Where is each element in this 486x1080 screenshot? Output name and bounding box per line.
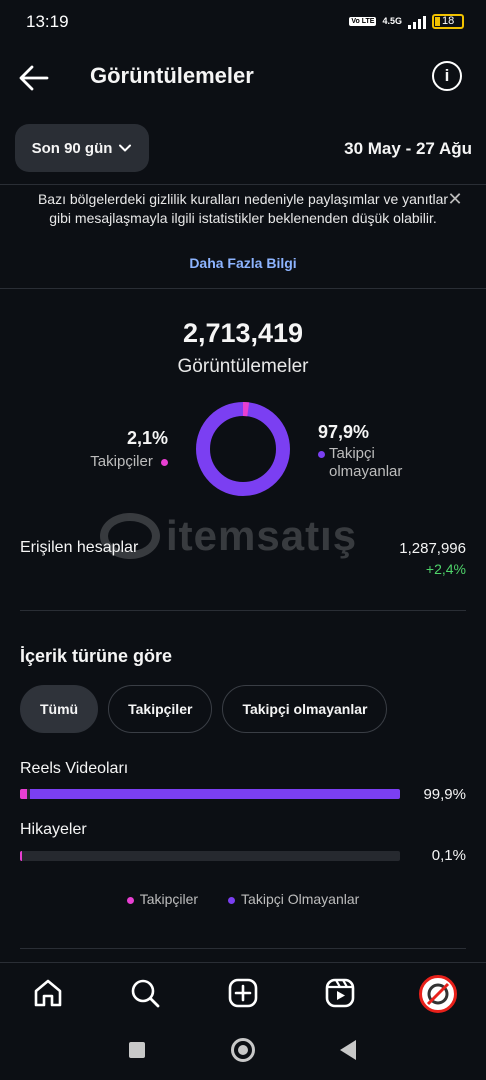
row-percent-stories: 0,1% bbox=[431, 847, 466, 864]
page-title: Görüntülemeler bbox=[90, 63, 254, 88]
home-icon[interactable] bbox=[32, 977, 64, 1009]
bar-followers-reels bbox=[20, 789, 28, 799]
legend-nonfollowers-label: Takipçi Olmayanlar bbox=[241, 891, 360, 907]
divider bbox=[0, 184, 486, 185]
accounts-reached-label: Erişilen hesaplar bbox=[20, 539, 139, 556]
bar-nonfollowers-reels bbox=[30, 789, 400, 799]
accounts-reached-value: 1,287,996 bbox=[399, 540, 466, 557]
row-percent-reels: 99,9% bbox=[423, 786, 466, 803]
battery-level: 18 bbox=[442, 15, 455, 27]
close-icon[interactable]: ✕ bbox=[446, 190, 464, 208]
chip-followers[interactable]: Takipçiler bbox=[108, 685, 213, 733]
divider bbox=[20, 948, 466, 949]
info-icon[interactable]: i bbox=[432, 61, 462, 91]
legend-followers-label: Takipçiler bbox=[139, 891, 199, 907]
bar-track-stories bbox=[20, 851, 400, 861]
recent-apps-button[interactable] bbox=[129, 1042, 145, 1058]
views-donut-chart bbox=[196, 402, 290, 496]
clock: 13:19 bbox=[26, 12, 69, 31]
bar-track-reels bbox=[20, 789, 400, 799]
followers-legend: Takipçiler bbox=[90, 453, 168, 470]
total-views-value: 2,713,419 bbox=[182, 318, 304, 348]
home-button[interactable] bbox=[231, 1038, 255, 1062]
chip-all[interactable]: Tümü bbox=[20, 685, 99, 733]
legend-dot-followers bbox=[126, 896, 134, 904]
divider bbox=[20, 610, 466, 611]
nonfollowers-label-line1: Takipçi bbox=[329, 445, 375, 462]
header: Görüntülemeler i bbox=[0, 52, 486, 104]
divider bbox=[0, 288, 486, 289]
status-icons: Vo LTE 4.5G 18 bbox=[349, 14, 464, 29]
chart-legend: Takipçiler Takipçi Olmayanlar bbox=[0, 891, 486, 907]
nonfollowers-dot bbox=[318, 451, 325, 458]
row-label-reels: Reels Videoları bbox=[20, 760, 129, 777]
section-title: İçerik türüne göre bbox=[20, 646, 173, 666]
date-range-dropdown-label: Son 90 gün bbox=[31, 139, 113, 157]
battery-icon: 18 bbox=[432, 14, 464, 29]
back-button[interactable] bbox=[340, 1040, 356, 1060]
row-label-stories: Hikayeler bbox=[20, 821, 87, 838]
nonfollowers-stat: 97,9% Takipçi olmayanlar bbox=[318, 422, 402, 481]
privacy-notice: Bazı bölgelerdeki gizlilik kuralları ned… bbox=[37, 191, 449, 226]
chip-nonfollowers[interactable]: Takipçi olmayanlar bbox=[222, 685, 388, 733]
status-bar: 13:19 Vo LTE 4.5G 18 bbox=[0, 0, 486, 46]
nonfollowers-label-line2: olmayanlar bbox=[329, 463, 403, 480]
filter-chips: Tümü Takipçiler Takipçi olmayanlar bbox=[20, 685, 388, 733]
search-icon[interactable] bbox=[129, 977, 161, 1009]
legend-nonfollowers: Takipçi Olmayanlar bbox=[228, 891, 359, 907]
date-range-text: 30 May - 27 Ağu bbox=[344, 139, 472, 158]
network-type: 4.5G bbox=[382, 16, 402, 26]
bar-followers-stories bbox=[20, 851, 22, 861]
legend-followers: Takipçiler bbox=[126, 891, 199, 907]
followers-dot bbox=[161, 458, 168, 466]
avatar-image bbox=[425, 981, 451, 1007]
chevron-down-icon bbox=[119, 144, 132, 152]
followers-label: Takipçiler bbox=[90, 453, 153, 470]
create-icon[interactable] bbox=[227, 977, 259, 1009]
followers-stat: 2,1% Takipçiler bbox=[90, 428, 168, 470]
accounts-reached-delta: +2,4% bbox=[425, 561, 466, 577]
arrow-left-icon[interactable] bbox=[18, 64, 50, 92]
nonfollowers-percent: 97,9% bbox=[318, 422, 370, 442]
donut-nonfollowers-ring bbox=[196, 402, 290, 496]
total-views-label: Görüntülemeler bbox=[177, 356, 309, 377]
watermark: itemsatış bbox=[100, 512, 390, 560]
signal-icon bbox=[408, 15, 426, 29]
followers-percent: 2,1% bbox=[126, 428, 168, 448]
profile-avatar[interactable] bbox=[419, 975, 457, 1013]
bottom-nav bbox=[0, 962, 486, 1024]
legend-dot-nonfollowers bbox=[228, 896, 236, 904]
system-nav-bar bbox=[0, 1030, 486, 1070]
learn-more-link[interactable]: Daha Fazla Bilgi bbox=[0, 255, 486, 271]
watermark-text: itemsatış bbox=[166, 512, 358, 559]
volte-icon: Vo LTE bbox=[349, 17, 377, 26]
date-range-dropdown[interactable]: Son 90 gün bbox=[15, 124, 149, 172]
reels-icon[interactable] bbox=[324, 977, 356, 1009]
